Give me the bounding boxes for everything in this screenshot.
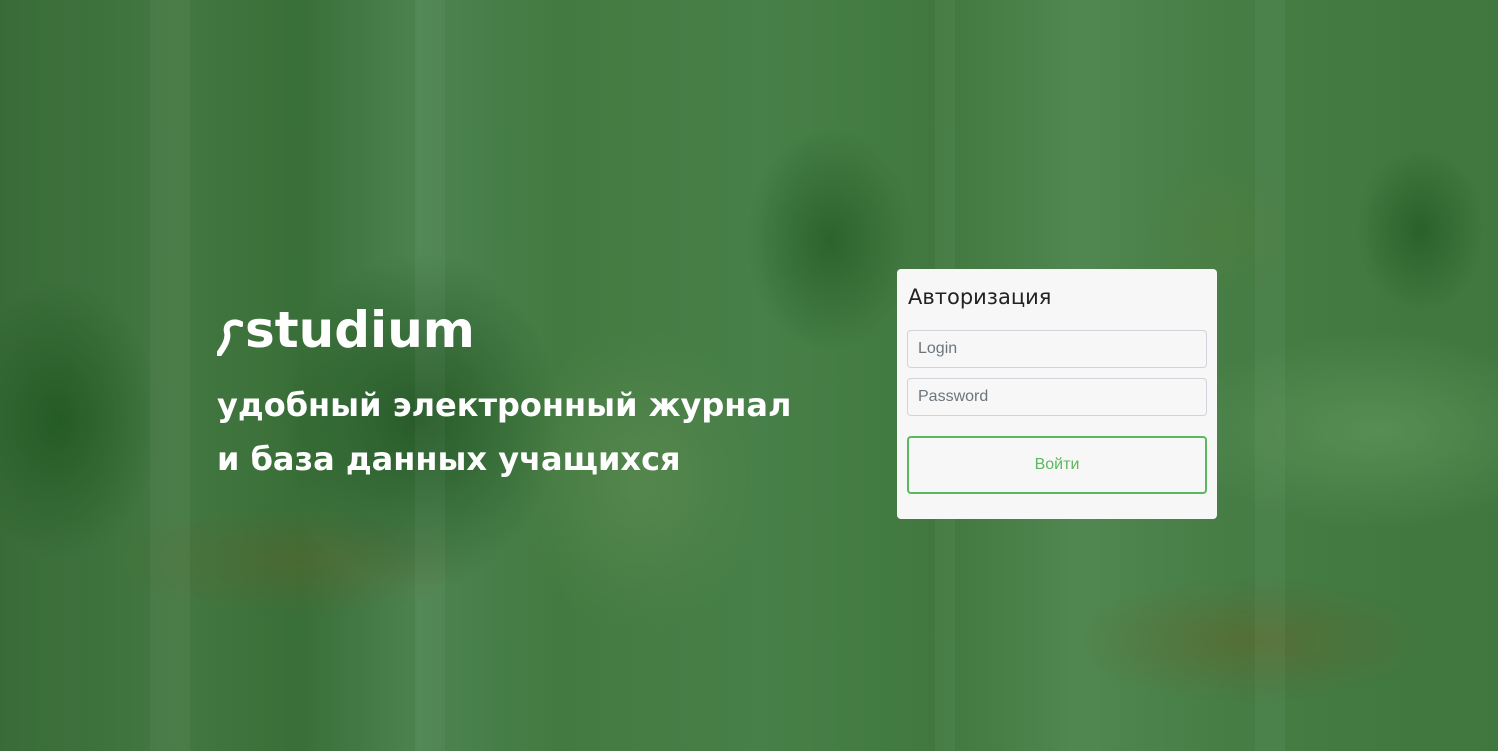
tagline: удобный электронный журнал и база данных… (217, 378, 791, 486)
password-input[interactable] (907, 378, 1207, 416)
auth-card: Авторизация Войти (897, 269, 1217, 519)
tagline-line-1: удобный электронный журнал (217, 386, 792, 424)
auth-title: Авторизация (908, 285, 1052, 309)
stylized-s-logo-icon (217, 319, 243, 356)
logo-text: studium (245, 301, 475, 359)
tagline-line-2: и база данных учащихся (217, 440, 681, 478)
login-button[interactable]: Войти (907, 436, 1207, 494)
brand-block: studium удобный электронный журнал и баз… (217, 298, 791, 486)
login-form: Войти (907, 330, 1207, 494)
logo: studium (217, 298, 791, 358)
login-input[interactable] (907, 330, 1207, 368)
